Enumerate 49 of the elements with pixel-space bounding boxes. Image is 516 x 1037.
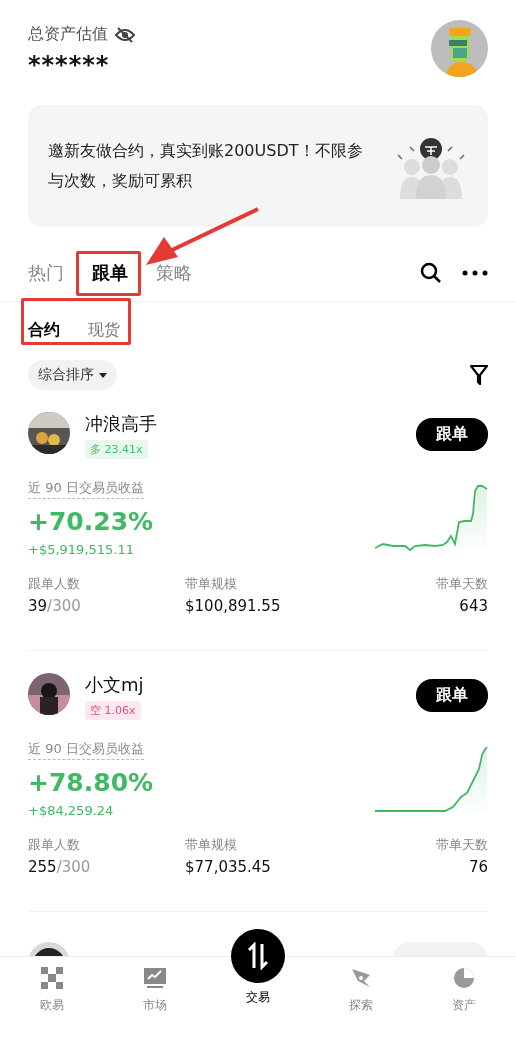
- leverage-tag: 多 23.41x: [85, 440, 148, 459]
- balance-label: 总资产估值: [28, 24, 108, 45]
- stat-value: 643: [459, 597, 488, 615]
- follow-button[interactable]: 跟单: [416, 679, 488, 712]
- tab[interactable]: 热门: [28, 261, 64, 285]
- stat-value: $77,035.45: [185, 858, 272, 876]
- stat-label: 带单规模: [185, 575, 238, 593]
- balance-value: ******: [28, 51, 111, 79]
- pnl-label: 近 90 日交易员收益: [28, 740, 144, 760]
- trader-name: 小文mj: [85, 673, 144, 697]
- caret-icon: [99, 372, 107, 378]
- tab[interactable]: 现货: [88, 319, 120, 341]
- stat-label: 带单天数: [436, 836, 488, 854]
- stat-value: $100,891.55: [185, 597, 282, 615]
- filter-icon[interactable]: [470, 365, 488, 385]
- stat-value: 255/300: [28, 858, 92, 876]
- stat-value: 39/300: [28, 597, 82, 615]
- promo-text: 邀新友做合约，真实到账200USDT！不限参与次数，奖励可累积: [48, 140, 364, 192]
- chart-icon: [142, 967, 167, 989]
- leverage-tag: 空 1.06x: [85, 701, 141, 720]
- tab[interactable]: 策略: [156, 261, 192, 285]
- pnl-label: 近 90 日交易员收益: [28, 479, 144, 499]
- compass-icon: [350, 967, 373, 989]
- pie-chart-icon: [453, 967, 476, 989]
- stat-label: 跟单人数: [28, 836, 81, 854]
- more-icon[interactable]: [462, 270, 488, 276]
- pnl-value: +$5,919,515.11: [28, 542, 135, 557]
- nav-tab[interactable]: 资产: [419, 957, 510, 1015]
- nav-tab[interactable]: 探索: [316, 957, 407, 1015]
- search-icon[interactable]: [420, 262, 442, 284]
- nav-tab[interactable]: 市场: [109, 957, 200, 1015]
- stat-label: 跟单人数: [28, 575, 81, 593]
- tab[interactable]: 跟单: [92, 261, 128, 285]
- annotation-box: [76, 251, 141, 296]
- checker-icon: [40, 967, 63, 989]
- stat-value: 76: [468, 858, 488, 876]
- eye-off-icon[interactable]: [114, 25, 136, 44]
- roi-value: +78.80%: [28, 768, 154, 797]
- follow-button[interactable]: 跟单: [416, 418, 488, 451]
- stat-label: 带单规模: [185, 836, 238, 854]
- stat-label: 带单天数: [436, 575, 488, 593]
- nav-tab[interactable]: 欧易: [6, 957, 97, 1015]
- nav-tab[interactable]: 交易: [212, 929, 303, 1007]
- sort-dropdown[interactable]: 综合排序: [28, 360, 117, 390]
- roi-value: +70.23%: [28, 507, 154, 536]
- promo-banner[interactable]: 邀新友做合约，真实到账200USDT！不限参与次数，奖励可累积: [28, 105, 488, 227]
- pnl-value: +$84,259.24: [28, 803, 115, 818]
- tab[interactable]: 合约: [28, 319, 60, 341]
- trader-name: 冲浪高手: [85, 412, 157, 436]
